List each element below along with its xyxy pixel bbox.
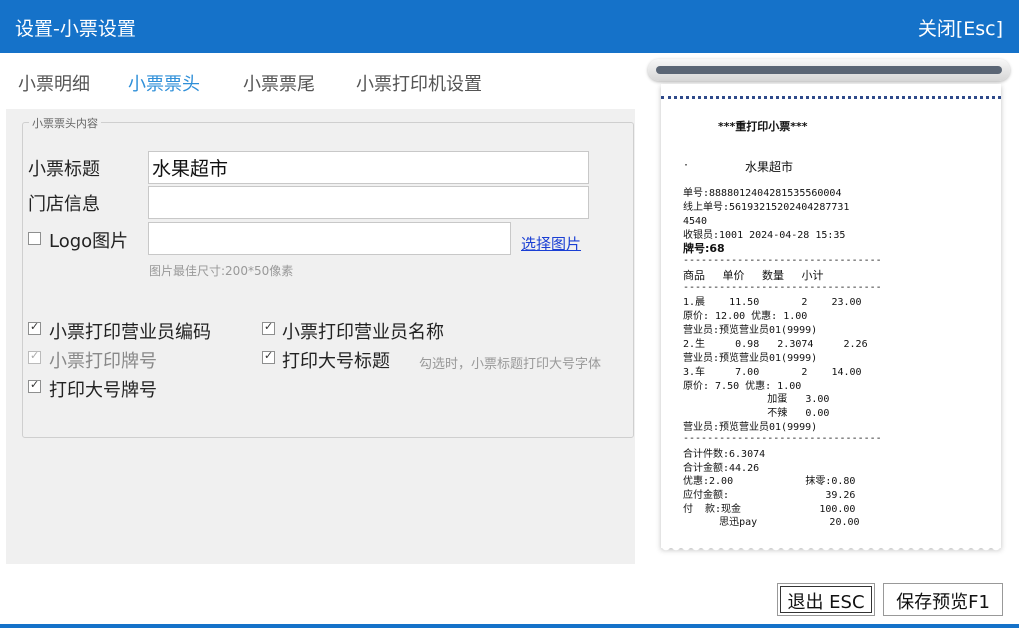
logo-checkbox[interactable] — [28, 232, 41, 245]
receipt-total-line: 合计金额:44.26 — [683, 463, 759, 475]
receipt-separator: --------------------------------- — [683, 255, 882, 267]
title-label: 小票标题 — [28, 155, 100, 181]
store-info-label: 门店信息 — [28, 190, 100, 216]
receipt-item-line: 3.车 7.00 2 14.00 — [683, 367, 862, 379]
receipt-total-line: 合计件数:6.3074 — [683, 449, 765, 461]
receipt-item-line: 不辣 0.00 — [683, 408, 829, 420]
title-input[interactable] — [148, 151, 589, 184]
receipt-preview: ***重打印小票*** · 水果超市 单号:888801240428153556… — [661, 84, 1001, 548]
tear-line — [661, 96, 1001, 99]
receipt-item-line: 原价: 12.00 优惠: 1.00 — [683, 311, 807, 323]
receipt-total-line: 付 款:现金 100.00 — [683, 504, 855, 516]
receipt-line: 线上单号:56193215202404287731 — [683, 202, 849, 214]
receipt-separator: --------------------------------- — [683, 282, 882, 294]
exit-button[interactable]: 退出 ESC — [777, 583, 875, 616]
receipt-line: 收银员:1001 2024-04-28 15:35 — [683, 230, 845, 242]
title-bar: 设置-小票设置 关闭[Esc] — [0, 0, 1019, 53]
receipt-column-header: 商品 单价 数量 小计 — [683, 270, 823, 282]
receipt-item-line: 原价: 7.50 优惠: 1.00 — [683, 381, 801, 393]
tab-receipt-header[interactable]: 小票票头 — [128, 70, 200, 96]
print-staff-name-label: 小票打印营业员名称 — [282, 318, 444, 344]
receipt-shop-name: 水果超市 — [745, 161, 793, 173]
receipt-torn-edge — [661, 546, 1001, 554]
tab-receipt-detail[interactable]: 小票明细 — [18, 70, 90, 96]
group-title: 小票票头内容 — [29, 115, 101, 131]
print-staff-code-label: 小票打印营业员编码 — [49, 318, 211, 344]
receipt-item-line: 营业员:预览营业员01(9999) — [683, 353, 817, 365]
big-title-hint: 勾选时，小票标题打印大号字体 — [419, 353, 601, 372]
receipt-total-line: 思迅pay 20.00 — [683, 517, 860, 529]
close-button[interactable]: 关闭[Esc] — [918, 14, 1003, 41]
receipt-line: 4540 — [683, 216, 707, 228]
tab-printer-settings[interactable]: 小票打印机设置 — [356, 70, 482, 96]
receipt-separator: --------------------------------- — [683, 433, 882, 445]
print-staff-code-checkbox[interactable] — [28, 322, 41, 335]
print-big-plate-checkbox[interactable] — [28, 380, 41, 393]
print-plate-label: 小票打印牌号 — [49, 347, 157, 373]
window-title: 设置-小票设置 — [15, 14, 136, 41]
receipt-reprint-title: ***重打印小票*** — [718, 121, 808, 133]
receipt-plate: 牌号:68 — [683, 243, 725, 255]
receipt-item-line: 2.生 0.98 2.3074 2.26 — [683, 339, 868, 351]
receipt-item-line: 加蛋 3.00 — [683, 394, 829, 406]
print-big-title-label: 打印大号标题 — [282, 347, 390, 373]
settings-panel: 小票票头内容 小票标题 门店信息 Logo图片 选择图片 图片最佳尺寸:200*… — [6, 109, 635, 564]
save-preview-button[interactable]: 保存预览F1 — [883, 583, 1003, 616]
receipt-line: 单号:888801240428153556000​4 — [683, 188, 841, 200]
print-big-plate-label: 打印大号牌号 — [49, 376, 157, 402]
choose-image-link[interactable]: 选择图片 — [521, 233, 581, 254]
print-staff-name-checkbox[interactable] — [262, 322, 275, 335]
image-size-hint: 图片最佳尺寸:200*50像素 — [149, 262, 293, 279]
printer-slot — [656, 66, 1002, 74]
bottom-border — [0, 624, 1019, 628]
receipt-total-line: 优惠:2.00 抹零:0.80 — [683, 476, 855, 488]
print-big-title-checkbox[interactable] — [262, 351, 275, 364]
receipt-dot: · — [683, 160, 689, 172]
logo-path-input[interactable] — [148, 222, 511, 255]
receipt-item-line: 1.晨 11.50 2 23.00 — [683, 297, 862, 309]
receipt-item-line: 营业员:预览营业员01(9999) — [683, 325, 817, 337]
receipt-total-line: 应付金额: 39.26 — [683, 490, 855, 502]
printer-roll — [648, 59, 1010, 81]
print-plate-checkbox — [28, 351, 41, 364]
store-info-input[interactable] — [148, 186, 589, 219]
tab-receipt-footer[interactable]: 小票票尾 — [243, 70, 315, 96]
logo-label: Logo图片 — [49, 227, 128, 253]
